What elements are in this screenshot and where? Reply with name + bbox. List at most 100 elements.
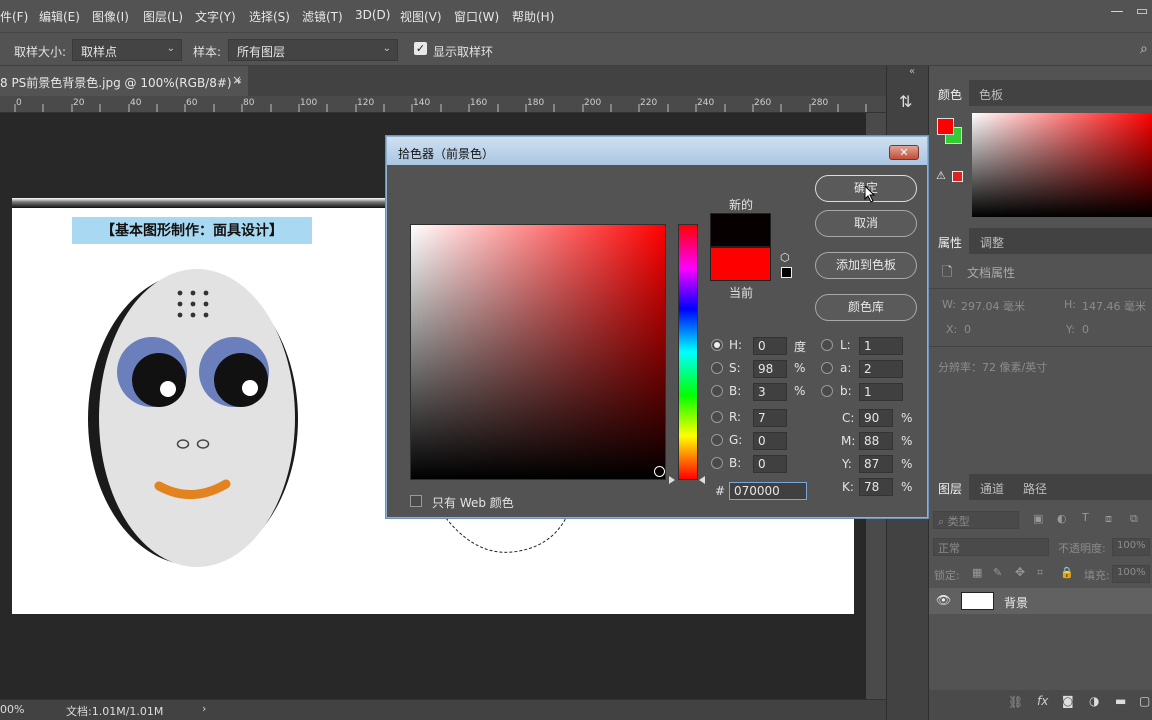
menu-3d[interactable]: 3D(D) bbox=[355, 8, 390, 22]
close-icon[interactable]: × bbox=[232, 73, 242, 87]
new-layer-icon[interactable]: ▢ bbox=[1139, 694, 1150, 708]
sample-select[interactable]: 所有图层 ⌄ bbox=[228, 39, 398, 61]
menu-edit[interactable]: 编辑(E) bbox=[39, 8, 80, 25]
k-input[interactable]: 78 bbox=[859, 478, 893, 496]
menu-view[interactable]: 视图(V) bbox=[400, 8, 442, 25]
document-tab[interactable]: 8 PS前景色背景色.jpg @ 100%(RGB/8#) * × bbox=[0, 66, 248, 96]
hue-radio[interactable] bbox=[711, 339, 723, 351]
close-button[interactable]: ✕ bbox=[889, 145, 919, 160]
color-picker-marker[interactable] bbox=[654, 466, 665, 477]
ruler-tick: 280 bbox=[811, 98, 829, 108]
adjustment-layer-icon[interactable]: ◑ bbox=[1089, 694, 1099, 708]
h-input[interactable]: 0 bbox=[753, 337, 787, 355]
mask-icon[interactable]: ◙ bbox=[1062, 694, 1074, 708]
y-input[interactable]: 87 bbox=[859, 455, 893, 473]
g-label: G: bbox=[729, 433, 743, 447]
tab-properties[interactable]: 属性 bbox=[938, 234, 962, 251]
hue-slider[interactable] bbox=[678, 224, 698, 480]
menu-filter[interactable]: 滤镜(T) bbox=[302, 8, 343, 25]
red-radio[interactable] bbox=[711, 411, 723, 423]
foreground-color-swatch[interactable] bbox=[937, 118, 954, 135]
blend-mode-select[interactable]: 正常 bbox=[933, 538, 1049, 556]
blue-input[interactable]: 0 bbox=[753, 455, 787, 473]
properties-panel-tabs: 属性 调整 bbox=[929, 228, 1152, 254]
fill-input[interactable]: 100% bbox=[1112, 565, 1150, 583]
brush-icon[interactable]: ✎ bbox=[993, 566, 1002, 579]
menu-type[interactable]: 文字(Y) bbox=[195, 8, 236, 25]
web-only-checkbox[interactable] bbox=[410, 495, 422, 507]
a-radio[interactable] bbox=[821, 362, 833, 374]
dialog-titlebar[interactable]: 拾色器（前景色） ✕ bbox=[387, 137, 927, 165]
adjustment-filter-icon[interactable]: ◐ bbox=[1057, 512, 1067, 525]
lab-b-input[interactable]: 1 bbox=[859, 383, 903, 401]
layer-kind-filter[interactable]: ⌕ 类型 bbox=[933, 511, 1019, 529]
tab-adjustments[interactable]: 调整 bbox=[980, 234, 1004, 251]
saturation-radio[interactable] bbox=[711, 362, 723, 374]
color-field[interactable] bbox=[972, 113, 1152, 217]
m-input[interactable]: 88 bbox=[859, 432, 893, 450]
s-input[interactable]: 98 bbox=[753, 360, 787, 378]
cancel-button[interactable]: 取消 bbox=[815, 210, 917, 237]
tab-channels[interactable]: 通道 bbox=[980, 480, 1004, 497]
layer-name[interactable]: 背景 bbox=[1004, 594, 1028, 611]
b-label: B: bbox=[729, 384, 742, 398]
r-input[interactable]: 7 bbox=[753, 409, 787, 427]
collapse-icon[interactable]: « bbox=[909, 66, 915, 77]
l-input[interactable]: 1 bbox=[859, 337, 903, 355]
type-filter-icon[interactable]: T bbox=[1082, 511, 1089, 524]
move-icon[interactable]: ✥ bbox=[1015, 565, 1025, 579]
zoom-level[interactable]: 00% bbox=[0, 703, 24, 716]
tab-layers[interactable]: 图层 bbox=[938, 480, 962, 497]
brightness-radio[interactable] bbox=[711, 385, 723, 397]
g-input[interactable]: 0 bbox=[753, 432, 787, 450]
hue-arrow-left-icon[interactable] bbox=[669, 476, 675, 484]
search-icon[interactable]: ⌕ bbox=[1140, 41, 1148, 57]
chevron-right-icon[interactable]: › bbox=[202, 702, 206, 715]
link-icon[interactable]: ⛓ bbox=[1008, 695, 1023, 709]
blue-radio[interactable] bbox=[711, 457, 723, 469]
a-input[interactable]: 2 bbox=[859, 360, 903, 378]
add-to-swatches-button[interactable]: 添加到色板 bbox=[815, 252, 917, 279]
m-label: M: bbox=[841, 434, 856, 448]
color-libraries-button[interactable]: 颜色库 bbox=[815, 294, 917, 321]
layer-row[interactable]: 👁 背景 bbox=[929, 588, 1152, 614]
crop-icon[interactable]: ⌗ bbox=[1037, 566, 1043, 580]
gamut-color-swatch[interactable] bbox=[952, 171, 963, 182]
menu-select[interactable]: 选择(S) bbox=[249, 8, 290, 25]
menu-image[interactable]: 图像(I) bbox=[92, 8, 129, 25]
hue-arrow-right-icon[interactable] bbox=[699, 476, 705, 484]
h-value: 147.46 毫米 bbox=[1082, 300, 1146, 313]
minimize-icon[interactable]: — bbox=[1106, 4, 1128, 22]
hex-input[interactable]: 070000 bbox=[729, 482, 807, 500]
cube-icon[interactable]: ⬡ bbox=[780, 251, 790, 264]
b-input[interactable]: 3 bbox=[753, 383, 787, 401]
c-input[interactable]: 90 bbox=[859, 409, 893, 427]
tab-paths[interactable]: 路径 bbox=[1023, 480, 1047, 497]
menu-layer[interactable]: 图层(L) bbox=[143, 8, 183, 25]
menu-help[interactable]: 帮助(H) bbox=[512, 8, 554, 25]
l-radio[interactable] bbox=[821, 339, 833, 351]
history-icon[interactable]: ⇅ bbox=[899, 92, 912, 111]
tab-swatches[interactable]: 色板 bbox=[979, 86, 1003, 103]
mask-face bbox=[99, 269, 295, 567]
sample-size-select[interactable]: 取样点 ⌄ bbox=[72, 39, 182, 61]
websafe-swatch[interactable] bbox=[781, 267, 792, 278]
green-radio[interactable] bbox=[711, 434, 723, 446]
eye-icon[interactable]: 👁 bbox=[936, 593, 951, 607]
lock-pixels-icon[interactable]: ▦ bbox=[972, 566, 982, 579]
shape-filter-icon[interactable]: ⧈ bbox=[1105, 512, 1112, 526]
opacity-input[interactable]: 100% bbox=[1112, 538, 1150, 556]
menu-window[interactable]: 窗口(W) bbox=[454, 8, 499, 25]
group-folder-icon[interactable]: ▬ bbox=[1115, 694, 1126, 708]
show-ring-checkbox[interactable]: ✓ bbox=[414, 42, 427, 55]
fx-icon[interactable]: fx bbox=[1037, 694, 1048, 708]
menu-file[interactable]: 件(F) bbox=[0, 8, 28, 25]
saturation-brightness-field[interactable] bbox=[410, 224, 666, 480]
smart-filter-icon[interactable]: ⧉ bbox=[1130, 512, 1138, 526]
tab-color[interactable]: 颜色 bbox=[938, 86, 962, 103]
image-filter-icon[interactable]: ▣ bbox=[1033, 512, 1043, 525]
lock-icon[interactable]: 🔒 bbox=[1060, 566, 1074, 579]
lab-b-radio[interactable] bbox=[821, 385, 833, 397]
restore-icon[interactable]: ▭ bbox=[1131, 4, 1152, 22]
current-color-swatch[interactable] bbox=[710, 247, 771, 281]
